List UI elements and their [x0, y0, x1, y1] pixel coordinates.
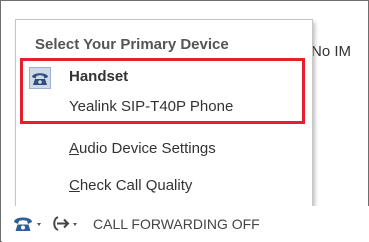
call-forwarding-icon — [53, 216, 77, 231]
handset-option[interactable]: Handset — [69, 68, 128, 85]
call-forwarding-status: CALL FORWARDING OFF — [93, 216, 260, 232]
call-forwarding-button[interactable] — [52, 212, 86, 236]
dropdown-arrow-icon — [37, 223, 41, 226]
phone-icon — [14, 217, 41, 231]
phone-device-button[interactable] — [12, 212, 46, 236]
presence-status-text: No IM — [311, 43, 352, 60]
primary-device-menu: Select Your Primary Device Handset Yeali… — [15, 19, 313, 208]
dropdown-arrow-icon — [73, 223, 77, 226]
check-call-quality-item[interactable]: Check Call Quality — [69, 177, 192, 194]
audio-device-settings-item[interactable]: Audio Device Settings — [69, 140, 216, 157]
lync-window: No IM Select Your Primary Device Handset… — [0, 0, 369, 242]
bottom-bar: CALL FORWARDING OFF — [2, 206, 369, 242]
menu-header: Select Your Primary Device — [35, 36, 229, 53]
device-name[interactable]: Yealink SIP-T40P Phone — [69, 98, 233, 115]
handset-icon — [29, 67, 51, 89]
